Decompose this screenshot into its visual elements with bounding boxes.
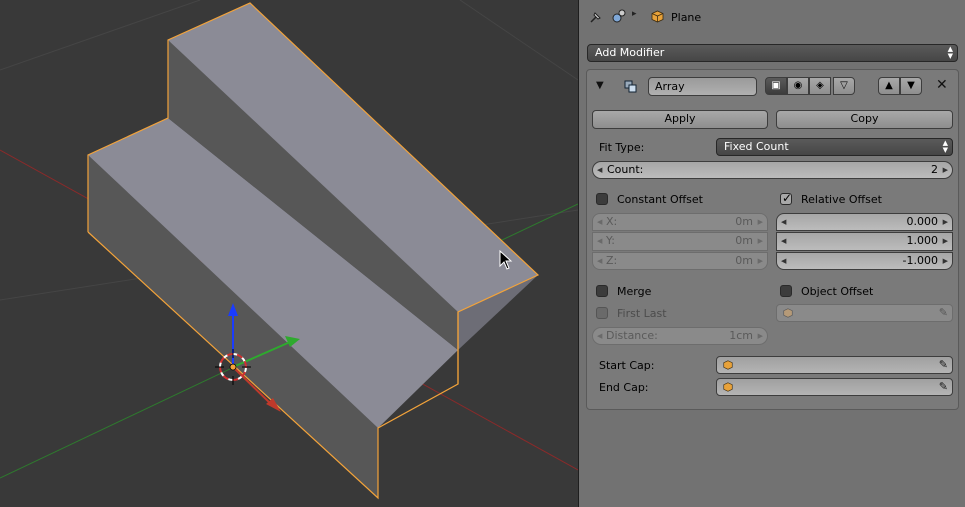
- move-down-button[interactable]: ▼: [900, 77, 922, 95]
- move-up-button[interactable]: ▲: [878, 77, 900, 95]
- fit-type-value: Fixed Count: [724, 140, 789, 153]
- merge-label: Merge: [617, 285, 652, 298]
- scene-icon[interactable]: [611, 8, 627, 24]
- close-icon[interactable]: ✕: [936, 77, 948, 93]
- properties-panel: ▸ Plane Add Modifier ▲ ▼ ▼ Array ▣ ◉ ◈ ▽ …: [579, 0, 965, 507]
- constant-offset-y-field[interactable]: ◀ Y: 0m ▶: [592, 232, 768, 251]
- add-modifier-dropdown[interactable]: Add Modifier ▲ ▼: [587, 44, 958, 62]
- object-offset-field[interactable]: ✎: [776, 304, 953, 322]
- eye-icon: ◉: [793, 80, 803, 91]
- object-offset-checkbox[interactable]: [780, 285, 792, 297]
- breadcrumb-arrow-icon: ▸: [632, 9, 637, 19]
- array-modifier-icon: [623, 79, 639, 95]
- fit-type-dropdown[interactable]: Fixed Count ▲ ▼: [716, 138, 953, 156]
- viewport-scene: [0, 0, 578, 500]
- start-cap-label: Start Cap:: [599, 359, 655, 372]
- constant-offset-checkbox[interactable]: [596, 193, 608, 205]
- relative-offset-checkbox[interactable]: [780, 191, 792, 205]
- distance-field[interactable]: ◀ Distance: 1cm ▶: [592, 327, 768, 345]
- apply-button[interactable]: Apply: [592, 110, 768, 129]
- relative-offset-x-field[interactable]: ◀ 0.000 ▶: [776, 213, 953, 231]
- viewport-toggle-button[interactable]: ◉: [787, 77, 809, 95]
- stair-mesh[interactable]: [87, 2, 540, 500]
- first-last-checkbox[interactable]: [596, 307, 608, 319]
- cage-toggle-button[interactable]: ▽: [833, 77, 855, 95]
- eyedropper-icon[interactable]: ✎: [939, 306, 948, 319]
- eyedropper-icon[interactable]: ✎: [939, 358, 948, 371]
- decrement-arrow-icon[interactable]: ◀: [597, 162, 602, 178]
- start-cap-field[interactable]: ✎: [716, 356, 953, 374]
- updown-arrow-icon: ▲ ▼: [947, 45, 953, 60]
- count-field[interactable]: ◀ Count: 2 ▶: [592, 161, 953, 179]
- grid-line: [459, 0, 578, 81]
- updown-arrow-icon: ▲ ▼: [942, 139, 948, 154]
- relative-offset-label: Relative Offset: [801, 193, 882, 206]
- end-cap-label: End Cap:: [599, 381, 649, 394]
- relative-offset-z-field[interactable]: ◀ -1.000 ▶: [776, 252, 953, 270]
- editmode-icon: ◈: [816, 80, 824, 91]
- add-modifier-label: Add Modifier: [595, 46, 665, 59]
- 3d-viewport[interactable]: [0, 0, 578, 507]
- copy-button[interactable]: Copy: [776, 110, 953, 129]
- merge-checkbox[interactable]: [596, 285, 608, 297]
- editmode-toggle-button[interactable]: ◈: [809, 77, 831, 95]
- constant-offset-z-field[interactable]: ◀ Z: 0m ▶: [592, 252, 768, 270]
- increment-arrow-icon[interactable]: ▶: [943, 162, 948, 178]
- arrow-down-icon: ▼: [907, 80, 915, 91]
- constant-offset-label: Constant Offset: [617, 193, 703, 206]
- fit-type-label: Fit Type:: [599, 141, 645, 154]
- end-cap-field[interactable]: ✎: [716, 378, 953, 396]
- eyedropper-icon[interactable]: ✎: [939, 380, 948, 393]
- vertex-triangle-icon: ▽: [840, 80, 848, 91]
- object-cube-icon: [723, 360, 733, 370]
- constant-offset-x-field[interactable]: ◀ X: 0m ▶: [592, 213, 768, 231]
- object-cube-icon: [723, 382, 733, 392]
- render-toggle-button[interactable]: ▣: [765, 77, 787, 95]
- object-cube-icon: [783, 308, 793, 318]
- relative-offset-y-field[interactable]: ◀ 1.000 ▶: [776, 232, 953, 251]
- pin-icon[interactable]: [588, 9, 604, 25]
- object-cube-icon: [651, 10, 664, 23]
- arrow-up-icon: ▲: [885, 80, 893, 91]
- first-last-label: First Last: [617, 307, 667, 320]
- modifier-name-input[interactable]: Array: [648, 77, 757, 96]
- collapse-arrow-icon[interactable]: ▼: [596, 80, 604, 91]
- object-name: Plane: [671, 11, 702, 24]
- object-offset-label: Object Offset: [801, 285, 874, 298]
- camera-icon: ▣: [771, 80, 781, 91]
